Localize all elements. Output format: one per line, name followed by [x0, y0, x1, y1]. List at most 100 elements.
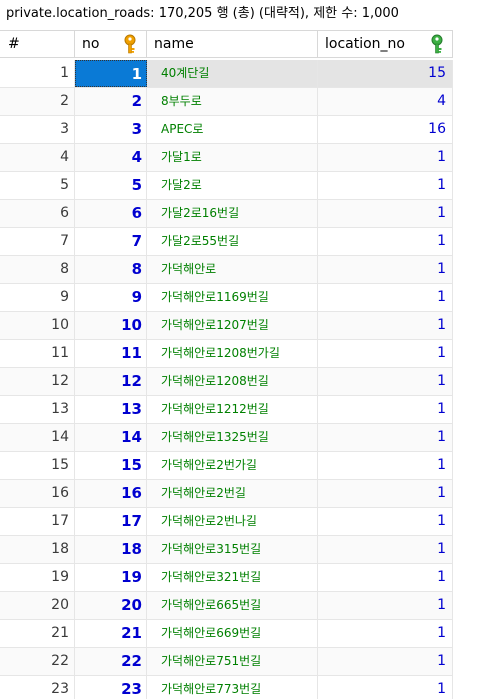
name-cell[interactable]: 가덕해안로2번길	[147, 480, 318, 507]
name-cell[interactable]: 가덕해안로1208번가길	[147, 340, 318, 367]
table-row[interactable]: 2 2 8부두로 4	[0, 88, 488, 116]
location-no-cell[interactable]: 1	[318, 228, 453, 255]
no-cell[interactable]: 3	[75, 116, 147, 143]
no-cell[interactable]: 15	[75, 452, 147, 479]
no-cell[interactable]: 2	[75, 88, 147, 115]
row-number-cell[interactable]: 7	[0, 228, 75, 255]
table-row[interactable]: 13 13 가덕해안로1212번길 1	[0, 396, 488, 424]
location-no-cell[interactable]: 1	[318, 536, 453, 563]
no-cell[interactable]: 21	[75, 620, 147, 647]
row-number-cell[interactable]: 17	[0, 508, 75, 535]
table-row[interactable]: 1 1 40계단길 15	[0, 60, 488, 88]
no-cell[interactable]: 12	[75, 368, 147, 395]
name-cell[interactable]: 가덕해안로773번길	[147, 676, 318, 699]
location-no-cell[interactable]: 1	[318, 564, 453, 591]
name-cell[interactable]: 가덕해안로	[147, 256, 318, 283]
location-no-cell[interactable]: 1	[318, 452, 453, 479]
column-header-no[interactable]: no	[75, 31, 147, 58]
no-cell[interactable]: 5	[75, 172, 147, 199]
no-cell[interactable]: 13	[75, 396, 147, 423]
row-number-cell[interactable]: 3	[0, 116, 75, 143]
name-cell[interactable]: 가달1로	[147, 144, 318, 171]
table-row[interactable]: 3 3 APEC로 16	[0, 116, 488, 144]
table-row[interactable]: 5 5 가달2로 1	[0, 172, 488, 200]
table-row[interactable]: 19 19 가덕해안로321번길 1	[0, 564, 488, 592]
no-cell[interactable]: 8	[75, 256, 147, 283]
table-row[interactable]: 11 11 가덕해안로1208번가길 1	[0, 340, 488, 368]
table-row[interactable]: 6 6 가달2로16번길 1	[0, 200, 488, 228]
name-cell[interactable]: 가덕해안로669번길	[147, 620, 318, 647]
no-cell[interactable]: 1	[75, 60, 147, 87]
location-no-cell[interactable]: 1	[318, 340, 453, 367]
location-no-cell[interactable]: 1	[318, 396, 453, 423]
location-no-cell[interactable]: 16	[318, 116, 453, 143]
row-number-cell[interactable]: 6	[0, 200, 75, 227]
name-cell[interactable]: 가덕해안로321번길	[147, 564, 318, 591]
name-cell[interactable]: 가달2로55번길	[147, 228, 318, 255]
table-row[interactable]: 10 10 가덕해안로1207번길 1	[0, 312, 488, 340]
table-row[interactable]: 4 4 가달1로 1	[0, 144, 488, 172]
no-cell[interactable]: 19	[75, 564, 147, 591]
location-no-cell[interactable]: 1	[318, 284, 453, 311]
name-cell[interactable]: 가덕해안로751번길	[147, 648, 318, 675]
row-number-cell[interactable]: 14	[0, 424, 75, 451]
location-no-cell[interactable]: 1	[318, 676, 453, 699]
no-cell[interactable]: 17	[75, 508, 147, 535]
name-cell[interactable]: 가덕해안로2번가길	[147, 452, 318, 479]
name-cell[interactable]: 가덕해안로1169번길	[147, 284, 318, 311]
row-number-cell[interactable]: 5	[0, 172, 75, 199]
no-cell[interactable]: 16	[75, 480, 147, 507]
location-no-cell[interactable]: 4	[318, 88, 453, 115]
location-no-cell[interactable]: 1	[318, 172, 453, 199]
location-no-cell[interactable]: 1	[318, 508, 453, 535]
no-cell[interactable]: 18	[75, 536, 147, 563]
name-cell[interactable]: 가덕해안로315번길	[147, 536, 318, 563]
row-number-cell[interactable]: 13	[0, 396, 75, 423]
location-no-cell[interactable]: 1	[318, 144, 453, 171]
row-number-cell[interactable]: 1	[0, 60, 75, 87]
no-cell[interactable]: 22	[75, 648, 147, 675]
row-number-cell[interactable]: 16	[0, 480, 75, 507]
row-number-cell[interactable]: 22	[0, 648, 75, 675]
table-row[interactable]: 20 20 가덕해안로665번길 1	[0, 592, 488, 620]
column-header-name[interactable]: name	[147, 31, 318, 58]
location-no-cell[interactable]: 1	[318, 312, 453, 339]
table-row[interactable]: 21 21 가덕해안로669번길 1	[0, 620, 488, 648]
name-cell[interactable]: APEC로	[147, 116, 318, 143]
location-no-cell[interactable]: 1	[318, 648, 453, 675]
no-cell[interactable]: 4	[75, 144, 147, 171]
name-cell[interactable]: 가달2로16번길	[147, 200, 318, 227]
name-cell[interactable]: 가덕해안로2번나길	[147, 508, 318, 535]
row-number-cell[interactable]: 9	[0, 284, 75, 311]
table-row[interactable]: 23 23 가덕해안로773번길 1	[0, 676, 488, 699]
location-no-cell[interactable]: 1	[318, 424, 453, 451]
row-number-cell[interactable]: 19	[0, 564, 75, 591]
row-number-cell[interactable]: 8	[0, 256, 75, 283]
row-number-cell[interactable]: 20	[0, 592, 75, 619]
no-cell[interactable]: 7	[75, 228, 147, 255]
location-no-cell[interactable]: 1	[318, 368, 453, 395]
row-number-cell[interactable]: 15	[0, 452, 75, 479]
row-number-cell[interactable]: 23	[0, 676, 75, 699]
name-cell[interactable]: 8부두로	[147, 88, 318, 115]
location-no-cell[interactable]: 1	[318, 200, 453, 227]
location-no-cell[interactable]: 1	[318, 480, 453, 507]
row-number-cell[interactable]: 4	[0, 144, 75, 171]
no-cell[interactable]: 20	[75, 592, 147, 619]
no-cell[interactable]: 14	[75, 424, 147, 451]
no-cell[interactable]: 10	[75, 312, 147, 339]
table-row[interactable]: 15 15 가덕해안로2번가길 1	[0, 452, 488, 480]
name-cell[interactable]: 가덕해안로665번길	[147, 592, 318, 619]
location-no-cell[interactable]: 15	[318, 60, 453, 87]
row-number-cell[interactable]: 12	[0, 368, 75, 395]
table-row[interactable]: 14 14 가덕해안로1325번길 1	[0, 424, 488, 452]
name-cell[interactable]: 가덕해안로1212번길	[147, 396, 318, 423]
table-row[interactable]: 17 17 가덕해안로2번나길 1	[0, 508, 488, 536]
table-row[interactable]: 18 18 가덕해안로315번길 1	[0, 536, 488, 564]
location-no-cell[interactable]: 1	[318, 620, 453, 647]
name-cell[interactable]: 가덕해안로1208번길	[147, 368, 318, 395]
name-cell[interactable]: 가덕해안로1207번길	[147, 312, 318, 339]
table-row[interactable]: 22 22 가덕해안로751번길 1	[0, 648, 488, 676]
row-number-cell[interactable]: 2	[0, 88, 75, 115]
name-cell[interactable]: 가달2로	[147, 172, 318, 199]
